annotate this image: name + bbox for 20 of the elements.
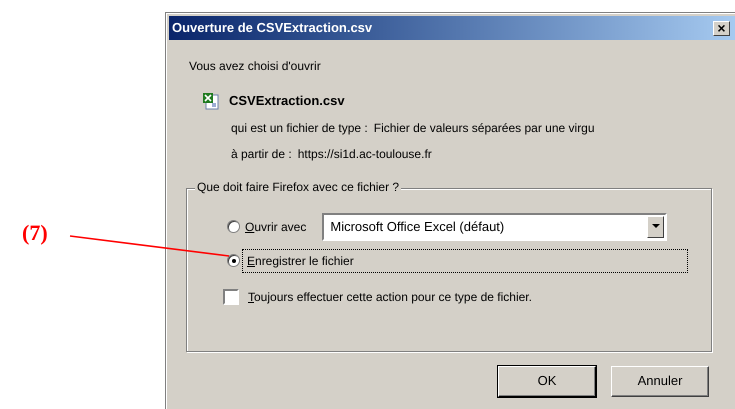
file-type-label: qui est un fichier de type : [231, 120, 368, 136]
source-label: à partir de : [231, 146, 292, 162]
checkbox[interactable] [223, 288, 239, 304]
option-label: Ouvrir avec [245, 220, 306, 234]
source-url: https://si1d.ac-toulouse.fr [298, 146, 432, 162]
radio-button[interactable] [227, 254, 240, 267]
dialog-button[interactable]: Annuler [611, 366, 709, 396]
close-button[interactable]: × [713, 20, 730, 36]
group-legend: Que doit faire Firefox avec ce fichier ? [195, 180, 402, 192]
checkbox-label: Toujours effectuer cette action pour ce type de fichier. [248, 288, 532, 306]
radio-button[interactable] [227, 220, 240, 233]
file-name: CSVExtraction.csv [229, 92, 345, 110]
spreadsheet-file-icon [202, 92, 220, 110]
annotation-label: (7) [22, 222, 49, 244]
file-type-value: Fichier de valeurs séparées par une virgu [374, 120, 595, 136]
intro-text: Vous avez choisi d'ouvrir [189, 58, 322, 75]
dialog-button[interactable]: OK [498, 366, 596, 396]
window-title: Ouverture de CSVExtraction.csv [172, 19, 374, 38]
option-label: Enregistrer le fichier [247, 252, 354, 270]
application-dropdown[interactable]: Microsoft Office Excel (défaut) [322, 212, 668, 240]
